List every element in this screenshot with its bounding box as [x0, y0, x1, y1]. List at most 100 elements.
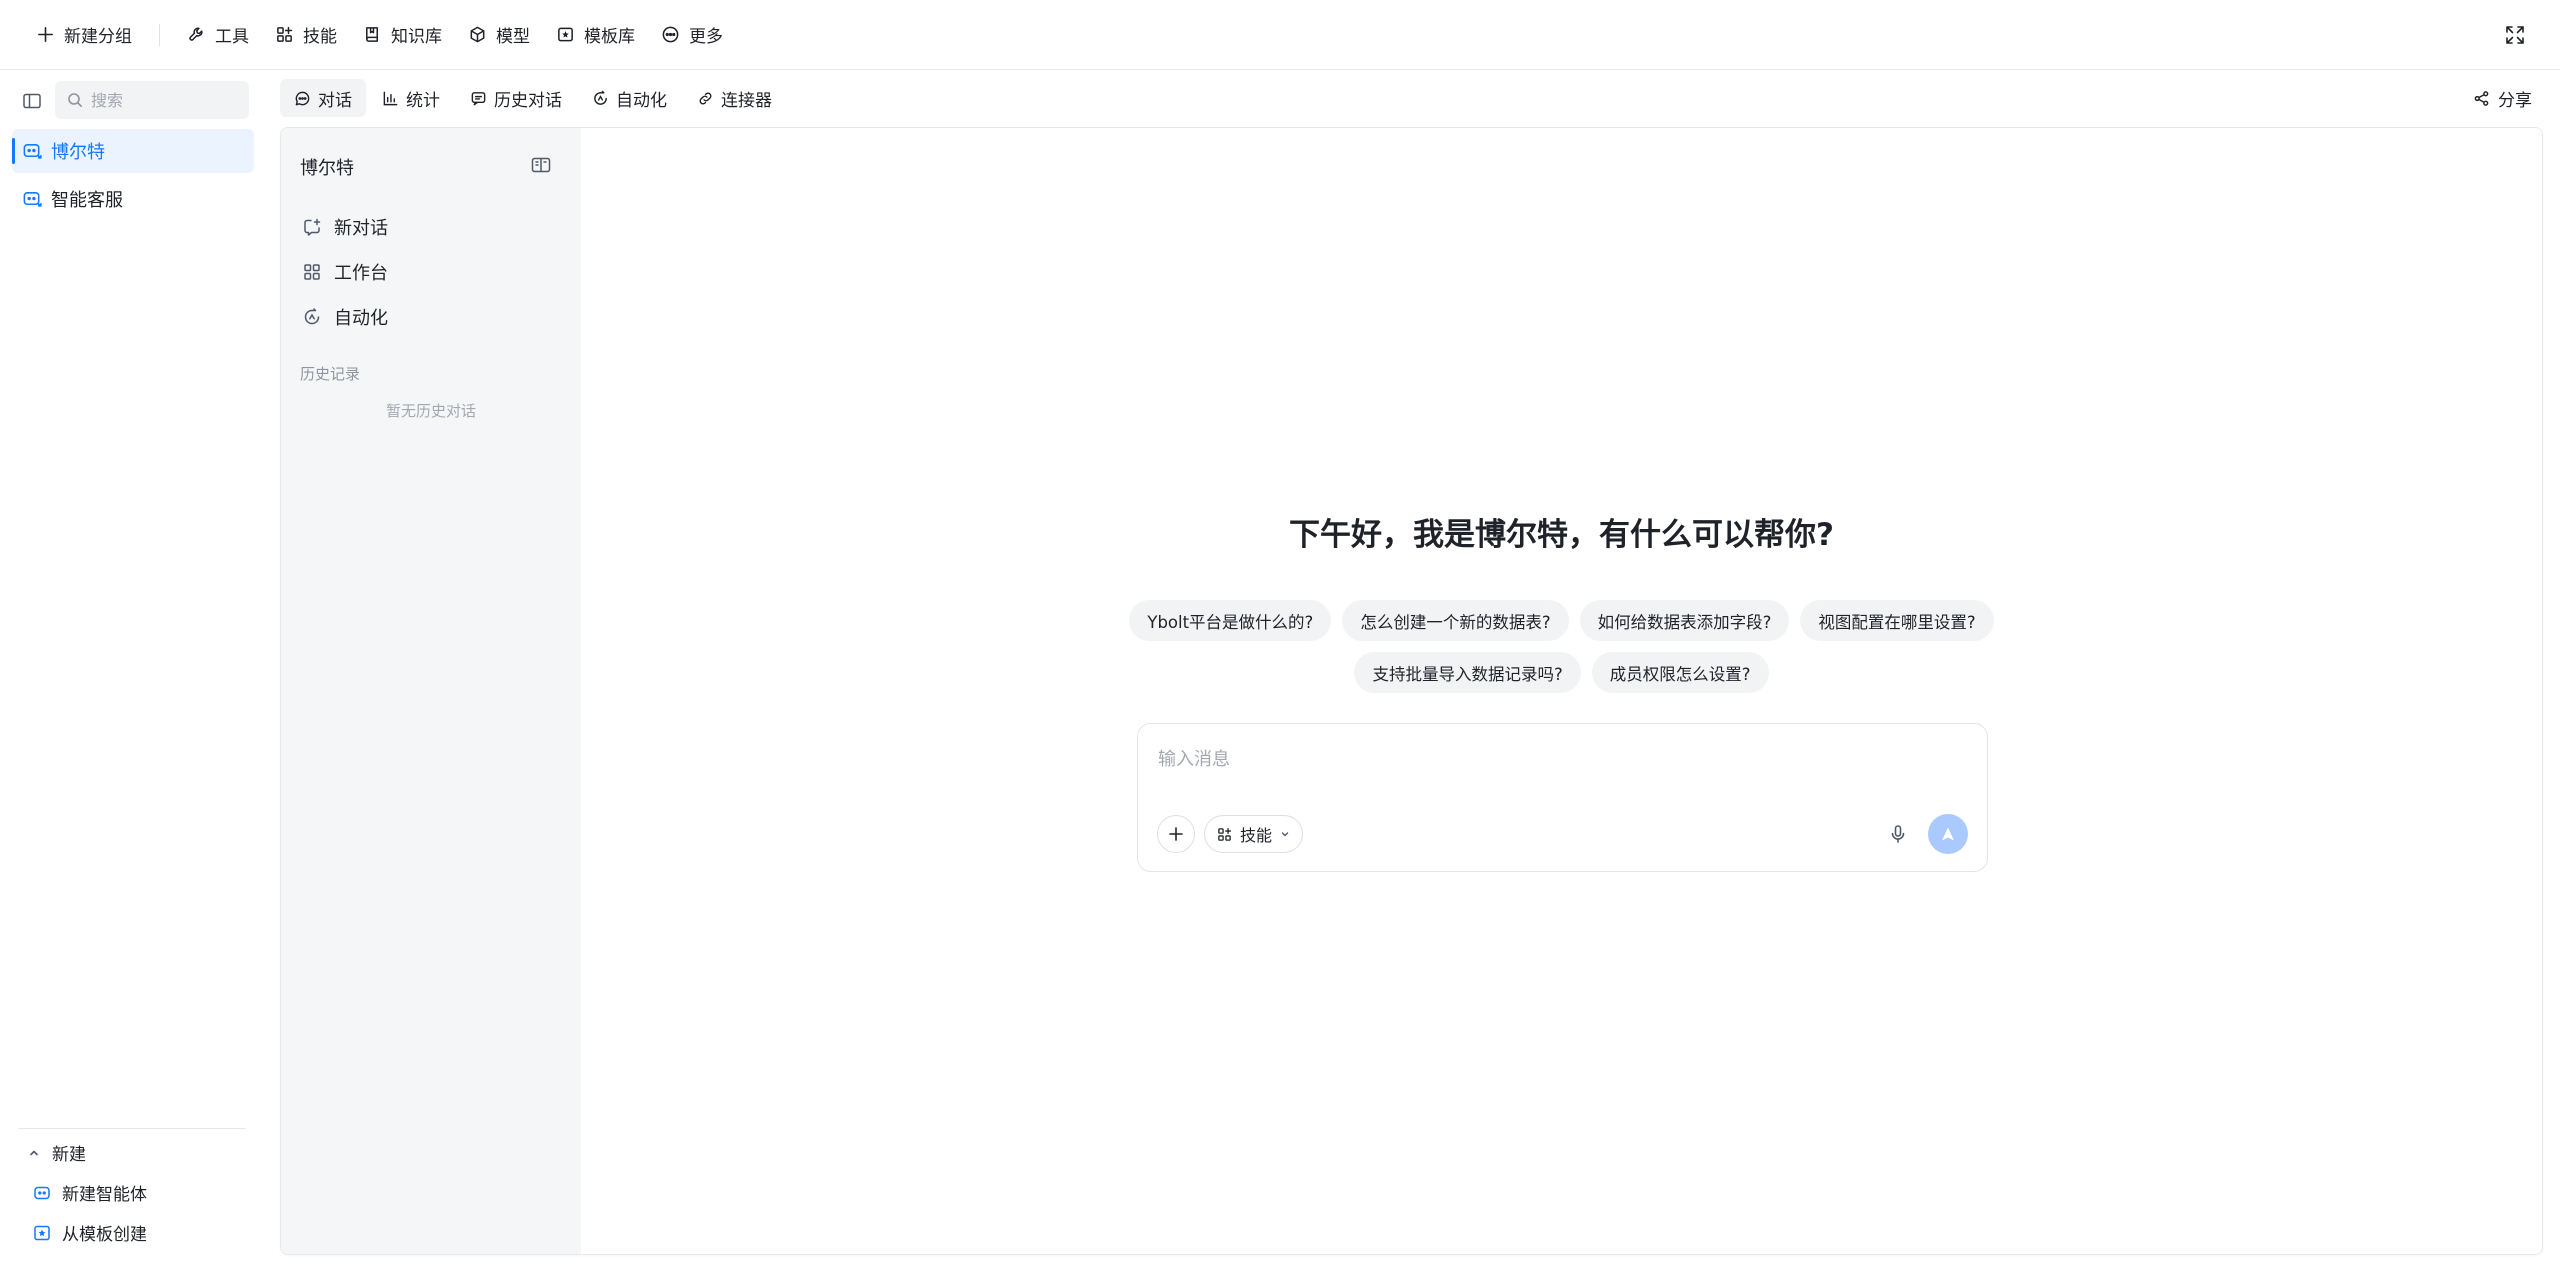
- history-chat-icon: [471, 91, 486, 105]
- tab-label: 统计: [406, 90, 440, 111]
- automation-icon: [304, 308, 320, 325]
- toolbar-more-label: 更多: [689, 27, 723, 47]
- toolbar-tools-label: 工具: [215, 27, 249, 47]
- sidebar-divider: [18, 1128, 246, 1129]
- suggestion-chip[interactable]: 如何给数据表添加字段?: [1579, 600, 1790, 641]
- automation-icon: [594, 90, 607, 105]
- skill-selector[interactable]: 技能: [1204, 815, 1304, 853]
- tab-connectors[interactable]: 连接器: [683, 79, 786, 117]
- main-panel: 博尔特 新对话 工作台 自动化 历史记录 暂无历史对话 下午好，我是博尔特，有什…: [280, 127, 2543, 1255]
- tab-label: 连接器: [721, 90, 772, 111]
- tab-automation[interactable]: 自动化: [578, 79, 681, 117]
- tab-bar: 对话 统计 历史对话 自动化 连接器: [280, 77, 786, 119]
- new-group-label: 新建分组: [64, 27, 132, 47]
- share-label: 分享: [2498, 90, 2532, 111]
- chat-area: 下午好，我是博尔特，有什么可以帮你? Ybolt平台是做什么的? 怎么创建一个新…: [581, 128, 2542, 1254]
- create-from-template-label: 从模板创建: [62, 1225, 147, 1245]
- toolbar-model-button[interactable]: 模型: [455, 15, 543, 55]
- bar-chart-icon: [383, 91, 398, 105]
- chevron-down-icon: [1281, 832, 1289, 837]
- toolbar-more-button[interactable]: 更多: [648, 15, 736, 55]
- tab-label: 自动化: [616, 90, 667, 111]
- skill-selector-label: 技能: [1240, 826, 1273, 845]
- message-input[interactable]: [1158, 744, 1958, 774]
- tab-statistics[interactable]: 统计: [368, 79, 454, 117]
- robot-icon: [34, 1186, 50, 1199]
- send-icon: [1942, 827, 1954, 841]
- pane-toggle-icon[interactable]: [530, 154, 552, 176]
- nav-label: 新对话: [334, 218, 388, 239]
- template-icon: [34, 1225, 50, 1240]
- top-toolbar: 新建分组 工具 技能 知识库 模型 模板库 更多: [0, 0, 2560, 70]
- history-section-label: 历史记录: [300, 365, 361, 383]
- robot-icon: [23, 191, 42, 207]
- agent-item-bolt[interactable]: 博尔特: [12, 129, 254, 173]
- grid-icon: [304, 264, 320, 280]
- workbench-button[interactable]: 工作台: [302, 259, 388, 285]
- send-button[interactable]: [1928, 814, 1968, 854]
- sidebar-search-input[interactable]: [91, 90, 231, 110]
- share-button[interactable]: 分享: [2463, 81, 2542, 115]
- new-agent-button[interactable]: 新建智能体: [32, 1180, 147, 1205]
- skills-icon: [1218, 827, 1232, 841]
- skills-icon: [277, 26, 293, 42]
- sidebar-search[interactable]: [55, 81, 249, 119]
- new-chat-icon: [304, 218, 321, 236]
- greeting-heading: 下午好，我是博尔特，有什么可以帮你?: [1289, 517, 1834, 553]
- tab-label: 对话: [318, 90, 352, 111]
- wrench-icon: [189, 27, 203, 41]
- more-icon: [662, 26, 679, 43]
- plus-icon: [1169, 827, 1183, 841]
- agent-sidebar: 博尔特 智能客服 新建 新建智能体 从模板创建: [0, 71, 272, 1271]
- fullscreen-button[interactable]: [2500, 20, 2530, 50]
- tab-label: 历史对话: [494, 90, 562, 111]
- toolbar-skills-button[interactable]: 技能: [262, 15, 350, 55]
- automation-button[interactable]: 自动化: [302, 304, 388, 330]
- search-icon: [68, 93, 82, 107]
- chevron-up-icon: [30, 1150, 38, 1155]
- agent-item-label: 智能客服: [51, 190, 123, 211]
- toolbar-tools-button[interactable]: 工具: [174, 15, 262, 55]
- cube-icon: [470, 26, 485, 43]
- suggestion-chip[interactable]: Ybolt平台是做什么的?: [1129, 600, 1332, 641]
- conversation-pane: 博尔特 新对话 工作台 自动化 历史记录 暂无历史对话: [281, 128, 581, 1254]
- attach-button[interactable]: [1157, 815, 1195, 853]
- suggestion-row: Ybolt平台是做什么的? 怎么创建一个新的数据表? 如何给数据表添加字段? 视…: [581, 600, 2542, 641]
- tab-chat[interactable]: 对话: [280, 79, 366, 117]
- new-group-button[interactable]: 新建分组: [36, 15, 145, 55]
- plus-icon: [38, 27, 53, 42]
- new-section-toggle[interactable]: 新建: [28, 1140, 86, 1165]
- agent-title: 博尔特: [300, 158, 354, 179]
- share-icon: [2474, 90, 2489, 106]
- microphone-icon[interactable]: [1886, 822, 1910, 846]
- sidebar-header: [0, 81, 272, 121]
- suggestion-row: 支持批量导入数据记录吗? 成员权限怎么设置?: [581, 652, 2542, 693]
- create-from-template-button[interactable]: 从模板创建: [32, 1220, 147, 1245]
- agent-item-label: 博尔特: [51, 142, 105, 163]
- agent-item-customer-service[interactable]: 智能客服: [12, 177, 254, 221]
- template-icon: [558, 27, 573, 42]
- toolbar-knowledge-label: 知识库: [391, 27, 442, 47]
- nav-label: 工作台: [334, 263, 388, 284]
- toolbar-templates-label: 模板库: [584, 27, 635, 47]
- new-chat-button[interactable]: 新对话: [302, 214, 388, 240]
- toolbar-templates-button[interactable]: 模板库: [543, 15, 648, 55]
- nav-label: 自动化: [334, 308, 388, 329]
- chat-icon: [295, 91, 310, 105]
- toolbar-divider: [159, 23, 160, 46]
- toolbar-knowledge-button[interactable]: 知识库: [350, 15, 455, 55]
- message-composer: 技能: [1137, 723, 1988, 872]
- robot-icon: [23, 143, 42, 159]
- tab-history[interactable]: 历史对话: [456, 79, 576, 117]
- suggestion-chip[interactable]: 成员权限怎么设置?: [1591, 652, 1769, 693]
- toolbar-model-label: 模型: [496, 27, 530, 47]
- new-section-label: 新建: [52, 1145, 86, 1165]
- sidebar-collapse-icon[interactable]: [21, 90, 43, 112]
- suggestion-chip[interactable]: 支持批量导入数据记录吗?: [1354, 652, 1581, 693]
- toolbar-skills-label: 技能: [303, 27, 337, 47]
- history-empty-text: 暂无历史对话: [385, 402, 476, 420]
- suggestion-chip[interactable]: 怎么创建一个新的数据表?: [1342, 600, 1569, 641]
- new-agent-label: 新建智能体: [62, 1185, 147, 1205]
- fullscreen-icon: [2506, 26, 2524, 44]
- suggestion-chip[interactable]: 视图配置在哪里设置?: [1800, 600, 1994, 641]
